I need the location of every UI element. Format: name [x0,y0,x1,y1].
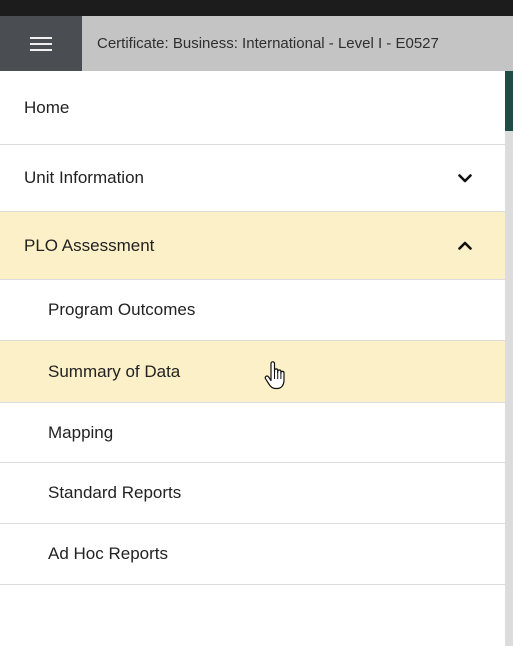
menu-button[interactable] [0,16,82,71]
chevron-up-icon[interactable] [445,236,485,256]
nav-item-plo-assessment[interactable]: PLO Assessment [0,212,505,280]
window-top-bar [0,0,513,16]
nav-item-label: Home [24,97,70,117]
nav-subitem-ad-hoc-reports[interactable]: Ad Hoc Reports [0,524,505,585]
nav-item-unit-information[interactable]: Unit Information [0,145,505,212]
hand-pointer-cursor-icon [263,361,287,391]
nav-subitem-summary-of-data[interactable]: Summary of Data [0,341,505,403]
nav-item-label: PLO Assessment [24,235,155,255]
nav-item-label: Program Outcomes [48,300,196,319]
hamburger-menu-icon [30,36,52,52]
page-header: Certificate: Business: International - L… [0,16,513,71]
background-content-edge [505,71,513,646]
chevron-down-icon[interactable] [445,168,485,188]
nav-subitem-standard-reports[interactable]: Standard Reports [0,463,505,524]
nav-item-label: Mapping [48,422,114,442]
nav-item-label: Ad Hoc Reports [48,544,168,563]
side-navigation: Home Unit Information PLO Assessment Pro… [0,71,505,646]
nav-subitem-mapping[interactable]: Mapping [0,403,505,463]
nav-item-label: Unit Information [24,168,144,187]
nav-subitem-program-outcomes[interactable]: Program Outcomes [0,280,505,341]
nav-item-home[interactable]: Home [0,71,505,145]
nav-item-label: Standard Reports [48,483,182,502]
background-accent-edge [505,71,513,131]
page-title: Certificate: Business: International - L… [97,35,439,52]
